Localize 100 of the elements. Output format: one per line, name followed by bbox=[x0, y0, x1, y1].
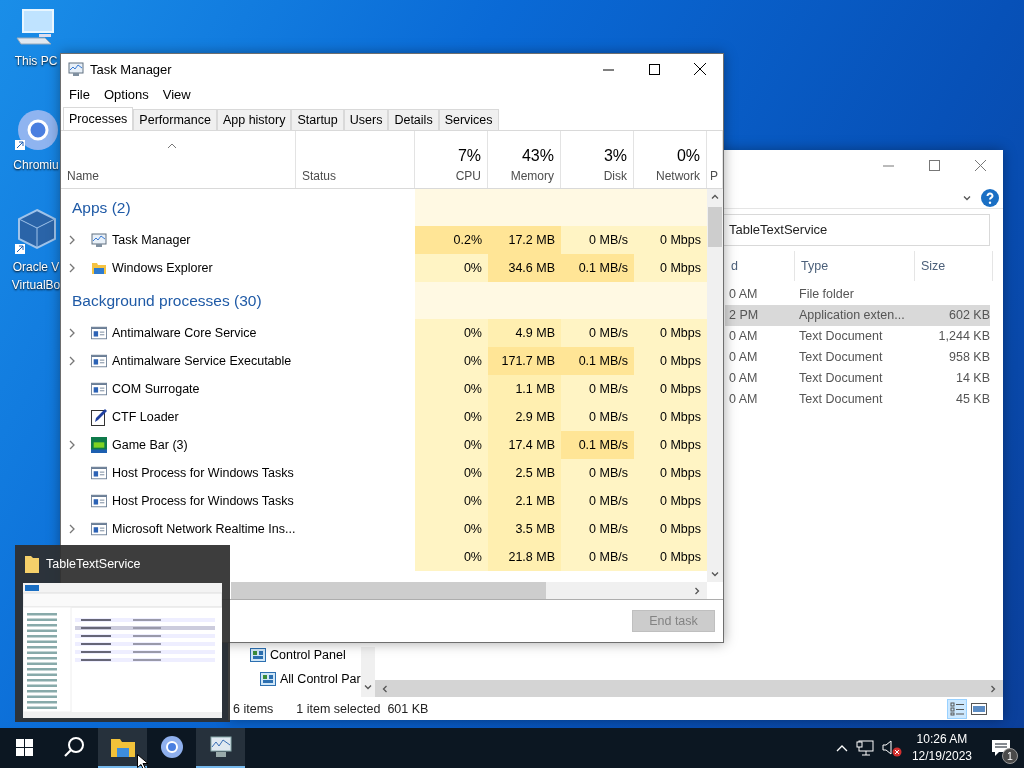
preview-title: TableTextService bbox=[46, 557, 141, 571]
chevron-up-icon[interactable] bbox=[835, 744, 848, 752]
file-row[interactable]: 2 PM Application exten... 602 KB bbox=[725, 304, 990, 326]
tab[interactable]: Services bbox=[438, 109, 499, 130]
window-preview[interactable]: TableTextService bbox=[15, 545, 230, 722]
table-cell: 17.4 MB bbox=[488, 431, 561, 459]
process-name[interactable]: Host Process for Windows Tasks bbox=[112, 466, 294, 480]
chart-monitor-icon bbox=[68, 61, 84, 77]
scrollbar-thumb[interactable] bbox=[708, 207, 722, 247]
table-cell: 1.1 MB bbox=[488, 375, 561, 403]
process-name[interactable]: Antimalware Core Service bbox=[112, 326, 257, 340]
nav-item[interactable]: All Control Par bbox=[228, 667, 361, 692]
expand-chevron-icon[interactable] bbox=[69, 356, 76, 366]
tab[interactable]: Performance bbox=[133, 109, 217, 130]
column-header[interactable]: 0% Network bbox=[634, 131, 707, 188]
expand-chevron-icon[interactable] bbox=[69, 328, 76, 338]
folder-icon bbox=[91, 260, 107, 276]
file-row[interactable]: 0 AM Text Document 958 KB bbox=[725, 346, 990, 368]
network-icon[interactable] bbox=[855, 740, 874, 756]
desktop-icon-label[interactable]: VirtualBo bbox=[11, 278, 61, 292]
details-view-button[interactable] bbox=[947, 698, 967, 719]
tab[interactable]: App history bbox=[216, 109, 292, 130]
column-header[interactable]: d bbox=[725, 250, 795, 281]
maximize-icon bbox=[928, 159, 940, 171]
process-name[interactable]: Host Process for Windows Tasks bbox=[112, 494, 294, 508]
column-header[interactable]: Type bbox=[795, 250, 915, 281]
expand-chevron-icon[interactable] bbox=[69, 235, 76, 245]
table-cell: 0% bbox=[415, 543, 488, 571]
scroll-up-icon[interactable] bbox=[711, 193, 719, 201]
scroll-down-icon[interactable] bbox=[711, 570, 719, 578]
process-name[interactable]: Microsoft Network Realtime Ins... bbox=[112, 522, 296, 536]
table-cell: 0% bbox=[415, 403, 488, 431]
column-header[interactable]: Size bbox=[915, 250, 993, 281]
table-cell: 0 Mbps bbox=[634, 487, 707, 515]
table-cell-text: 14 KB bbox=[954, 370, 991, 388]
taskbar-button[interactable] bbox=[98, 728, 147, 768]
muted-speaker-icon[interactable] bbox=[881, 739, 902, 757]
group-title: Background processes (30) bbox=[71, 290, 263, 311]
window-icon bbox=[91, 494, 107, 508]
file-row[interactable]: 0 AM Text Document 45 KB bbox=[725, 388, 990, 410]
horizontal-scrollbar[interactable] bbox=[375, 680, 1003, 698]
table-cell-text: Text Document bbox=[798, 349, 884, 367]
table-cell-text: 602 KB bbox=[948, 307, 991, 325]
menu-item[interactable]: View bbox=[155, 84, 198, 106]
table-cell: 0.2% bbox=[415, 226, 488, 254]
table-cell-text: 0 AM bbox=[728, 328, 759, 346]
expand-ribbon-icon[interactable] bbox=[963, 193, 971, 202]
vertical-scrollbar[interactable] bbox=[707, 189, 723, 582]
scroll-right-icon[interactable] bbox=[693, 586, 701, 595]
desktop-icon-label[interactable]: This PC bbox=[14, 54, 58, 68]
desktop-icon-label[interactable]: Oracle V bbox=[12, 260, 60, 274]
process-name[interactable]: Windows Explorer bbox=[112, 261, 213, 275]
column-header[interactable]: P bbox=[707, 131, 723, 188]
horizontal-scrollbar[interactable] bbox=[231, 582, 707, 599]
tab[interactable]: Users bbox=[343, 109, 389, 130]
column-header[interactable]: 7% CPU bbox=[415, 131, 488, 188]
process-name[interactable]: COM Surrogate bbox=[112, 382, 200, 396]
scroll-right-icon[interactable] bbox=[989, 684, 997, 693]
desktop-icon-label[interactable]: Chromiu bbox=[13, 158, 59, 172]
help-icon[interactable] bbox=[981, 188, 999, 207]
table-cell-text: 958 KB bbox=[948, 349, 991, 367]
table-cell-text: Application exten... bbox=[798, 307, 906, 325]
expand-chevron-icon[interactable] bbox=[69, 263, 76, 273]
pen-icon bbox=[91, 408, 107, 426]
chart-monitor-icon bbox=[207, 735, 234, 759]
tab[interactable]: Processes bbox=[63, 107, 134, 130]
chromium-icon bbox=[159, 735, 184, 759]
table-cell: 0.1 MB/s bbox=[561, 254, 634, 282]
mouse-pointer-icon bbox=[137, 754, 149, 768]
column-header[interactable]: 43% Memory bbox=[488, 131, 561, 188]
control-panel-icon bbox=[250, 648, 266, 663]
clock[interactable]: 10:26 AM 12/19/2023 bbox=[911, 731, 972, 765]
column-header[interactable]: Status bbox=[296, 131, 415, 188]
table-cell: 0 Mbps bbox=[634, 459, 707, 487]
tab[interactable]: Details bbox=[388, 109, 439, 130]
usage-total: 3% bbox=[603, 147, 627, 165]
scroll-down-icon[interactable] bbox=[364, 683, 372, 692]
scroll-left-icon[interactable] bbox=[381, 684, 389, 693]
expand-chevron-icon[interactable] bbox=[69, 524, 76, 534]
file-row[interactable]: 0 AM File folder bbox=[725, 283, 990, 305]
cube-icon[interactable] bbox=[13, 208, 59, 256]
menu-item[interactable]: File bbox=[62, 84, 97, 106]
vertical-scrollbar[interactable] bbox=[361, 647, 375, 698]
process-name[interactable]: Antimalware Service Executable bbox=[112, 354, 292, 368]
process-name[interactable]: Game Bar (3) bbox=[112, 438, 188, 452]
column-header[interactable]: 3% Disk bbox=[561, 131, 634, 188]
column-header[interactable]: Name bbox=[61, 131, 296, 188]
taskbar-button[interactable] bbox=[196, 728, 245, 768]
file-row[interactable]: 0 AM Text Document 14 KB bbox=[725, 367, 990, 389]
scrollbar-thumb[interactable] bbox=[231, 582, 546, 599]
close-icon bbox=[694, 63, 706, 75]
file-row[interactable]: 0 AM Text Document 1,244 KB bbox=[725, 325, 990, 347]
process-name[interactable]: CTF Loader bbox=[112, 410, 179, 424]
table-cell: 17.2 MB bbox=[488, 226, 561, 254]
table-cell: 0 Mbps bbox=[634, 403, 707, 431]
process-name[interactable]: Task Manager bbox=[112, 233, 191, 247]
menu-item[interactable]: Options bbox=[96, 84, 156, 106]
nav-item[interactable]: Control Panel bbox=[228, 643, 361, 668]
tab[interactable]: Startup bbox=[291, 109, 344, 130]
expand-chevron-icon[interactable] bbox=[69, 440, 76, 450]
